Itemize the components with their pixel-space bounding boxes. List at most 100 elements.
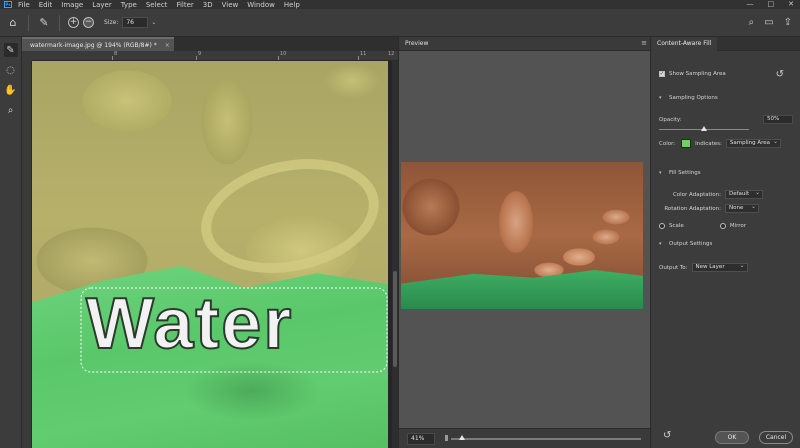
document-tab[interactable]: watermark-image.jpg @ 194% (RGB/8#) * × bbox=[22, 37, 174, 51]
ruler-tick: 8 bbox=[114, 51, 118, 57]
menu-select[interactable]: Select bbox=[146, 1, 168, 9]
reset-icon[interactable]: ↺ bbox=[776, 69, 784, 80]
ruler-tick: 10 bbox=[280, 51, 287, 57]
sampling-options-header[interactable]: ▾ Sampling Options bbox=[659, 95, 718, 101]
ok-button[interactable]: OK bbox=[715, 431, 749, 444]
options-right-icons: ⌕ ▭ ⇪ bbox=[749, 17, 792, 28]
sampling-brush-icon[interactable]: ✎ bbox=[3, 43, 18, 57]
preview-image[interactable] bbox=[401, 162, 643, 309]
zoom-input[interactable]: 41% bbox=[407, 433, 435, 445]
scale-checkbox[interactable] bbox=[659, 223, 665, 229]
share-icon[interactable]: ⇪ bbox=[784, 17, 792, 28]
show-sampling-area-row: ✓ Show Sampling Area bbox=[659, 71, 726, 77]
reset-all-icon[interactable]: ↺ bbox=[663, 430, 671, 441]
photoshop-logo: Ps bbox=[4, 1, 12, 8]
rotation-adaptation-row: Rotation Adaptation: None bbox=[659, 203, 759, 213]
color-swatch[interactable] bbox=[681, 139, 692, 148]
selection-marching-ants bbox=[80, 287, 388, 373]
show-sampling-area-checkbox[interactable]: ✓ bbox=[659, 71, 665, 77]
menu-layer[interactable]: Layer bbox=[92, 1, 112, 9]
subtract-from-overlay-icon[interactable]: − bbox=[83, 17, 94, 28]
workspace-icon[interactable]: ▭ bbox=[764, 17, 773, 28]
opacity-input[interactable]: 50% bbox=[763, 115, 793, 124]
color-adaptation-label: Color Adaptation: bbox=[672, 191, 721, 198]
home-icon[interactable]: ⌂ bbox=[6, 16, 20, 30]
sampling-options-label: Sampling Options bbox=[669, 95, 718, 101]
options-bar: ⌂ ✎ + − Size: 76 ⌄ ⌕ ▭ ⇪ bbox=[0, 9, 800, 37]
chevron-down-icon[interactable]: ⌄ bbox=[151, 19, 156, 26]
add-to-overlay-icon[interactable]: + bbox=[68, 17, 79, 28]
lasso-icon[interactable]: ◌ bbox=[4, 63, 18, 77]
mirror-label: Mirror bbox=[729, 223, 747, 229]
menu-view[interactable]: View bbox=[222, 1, 239, 9]
size-input[interactable]: 76 bbox=[122, 17, 149, 28]
opacity-label: Opacity: bbox=[659, 116, 682, 123]
output-settings-header[interactable]: ▾ Output Settings bbox=[659, 241, 712, 247]
fill-settings-header[interactable]: ▾ Fill Settings bbox=[659, 170, 701, 176]
color-adaptation-dropdown[interactable]: Default bbox=[725, 189, 763, 199]
preview-footer: 41% bbox=[399, 428, 651, 448]
output-to-row: Output To: New Layer bbox=[659, 262, 748, 272]
menu-window[interactable]: Window bbox=[247, 1, 275, 9]
cancel-button[interactable]: Cancel bbox=[759, 431, 793, 444]
output-to-label: Output To: bbox=[659, 264, 688, 271]
hand-icon[interactable]: ✋ bbox=[4, 83, 18, 97]
zoom-slider-thumb[interactable] bbox=[459, 435, 466, 440]
chevron-down-icon: ▾ bbox=[659, 170, 662, 176]
horizontal-ruler[interactable]: 8 9 10 11 12 bbox=[32, 51, 398, 61]
ruler-tick: 11 bbox=[360, 51, 367, 57]
preview-title: Preview bbox=[405, 40, 429, 47]
fill-settings-label: Fill Settings bbox=[669, 170, 701, 176]
tab-strip bbox=[174, 37, 398, 51]
indicates-dropdown[interactable]: Sampling Area bbox=[725, 138, 782, 148]
rotation-adaptation-label: Rotation Adaptation: bbox=[664, 205, 721, 212]
maximize-button[interactable]: □ bbox=[768, 0, 775, 8]
tools-panel: ✎ ◌ ✋ ⌕ bbox=[0, 37, 22, 448]
chevron-down-icon: ▾ bbox=[659, 241, 662, 247]
caf-tab[interactable]: Content-Aware Fill bbox=[651, 37, 718, 51]
show-sampling-area-label: Show Sampling Area bbox=[669, 71, 726, 77]
menu-help[interactable]: Help bbox=[284, 1, 300, 9]
menu-filter[interactable]: Filter bbox=[176, 1, 193, 9]
sampling-brush-tool-icon[interactable]: ✎ bbox=[37, 16, 51, 30]
zoom-out-icon[interactable] bbox=[445, 435, 448, 441]
close-icon[interactable]: × bbox=[165, 42, 170, 49]
caf-header: Content-Aware Fill bbox=[651, 37, 800, 51]
clay-bowl bbox=[190, 143, 390, 289]
scrollbar-thumb[interactable] bbox=[393, 271, 397, 367]
size-label: Size: bbox=[104, 19, 119, 26]
menu-file[interactable]: File bbox=[18, 1, 30, 9]
opacity-slider-thumb[interactable] bbox=[701, 126, 707, 131]
mirror-checkbox[interactable] bbox=[719, 223, 726, 229]
ruler-tick: 12 bbox=[388, 51, 395, 57]
color-label: Color: bbox=[659, 140, 676, 147]
close-window-button[interactable]: ✕ bbox=[788, 0, 794, 8]
rotation-adaptation-dropdown[interactable]: None bbox=[725, 203, 759, 213]
minimize-button[interactable]: — bbox=[747, 0, 754, 8]
indicates-label: Indicates: bbox=[695, 140, 722, 147]
panel-menu-icon[interactable]: ≡ bbox=[641, 39, 647, 47]
color-row: Color: Indicates: Sampling Area bbox=[659, 138, 782, 148]
divider bbox=[59, 14, 60, 31]
menu-3d[interactable]: 3D bbox=[203, 1, 213, 9]
zoom-slider[interactable] bbox=[451, 435, 641, 440]
selection-outline bbox=[80, 287, 388, 373]
output-to-dropdown[interactable]: New Layer bbox=[691, 262, 748, 272]
window-controls: — □ ✕ bbox=[747, 0, 795, 8]
ruler-mark bbox=[278, 56, 279, 60]
opacity-slider[interactable] bbox=[659, 126, 749, 131]
canvas[interactable]: Water bbox=[32, 61, 392, 448]
output-settings-label: Output Settings bbox=[669, 241, 713, 247]
opacity-row: Opacity: 50% bbox=[659, 115, 793, 124]
menu-bar: Ps File Edit Image Layer Type Select Fil… bbox=[0, 0, 800, 9]
ruler-mark bbox=[358, 56, 359, 60]
menu-type[interactable]: Type bbox=[121, 1, 137, 9]
menu-edit[interactable]: Edit bbox=[39, 1, 53, 9]
menu-image[interactable]: Image bbox=[61, 1, 83, 9]
scale-mirror-row: Scale Mirror bbox=[659, 223, 746, 229]
zoom-icon[interactable]: ⌕ bbox=[4, 103, 18, 117]
vertical-ruler[interactable] bbox=[22, 61, 32, 448]
ruler-mark bbox=[112, 56, 113, 60]
search-icon[interactable]: ⌕ bbox=[749, 17, 755, 28]
chevron-down-icon: ▾ bbox=[659, 95, 662, 101]
